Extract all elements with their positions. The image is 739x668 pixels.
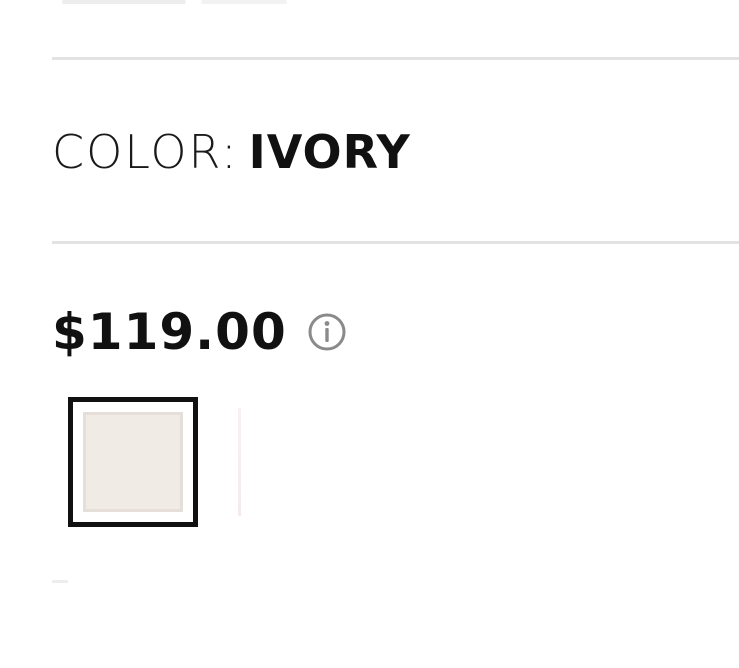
info-circle-icon[interactable] [307, 312, 347, 352]
product-price: $119.00 [52, 303, 287, 361]
divider-top [52, 57, 739, 60]
color-label: COLOR: [52, 125, 239, 179]
divider-middle [52, 241, 739, 244]
color-selection-heading: COLOR: IVORY [52, 122, 411, 182]
color-swatch-ivory[interactable] [68, 397, 198, 527]
price-row: $119.00 [52, 300, 347, 364]
swatch-color-fill [83, 412, 183, 512]
cropped-content-remnant-bottom [52, 580, 68, 583]
cropped-content-remnant [62, 0, 287, 4]
selected-color-value: IVORY [248, 125, 411, 179]
next-swatch-edge [238, 408, 241, 516]
